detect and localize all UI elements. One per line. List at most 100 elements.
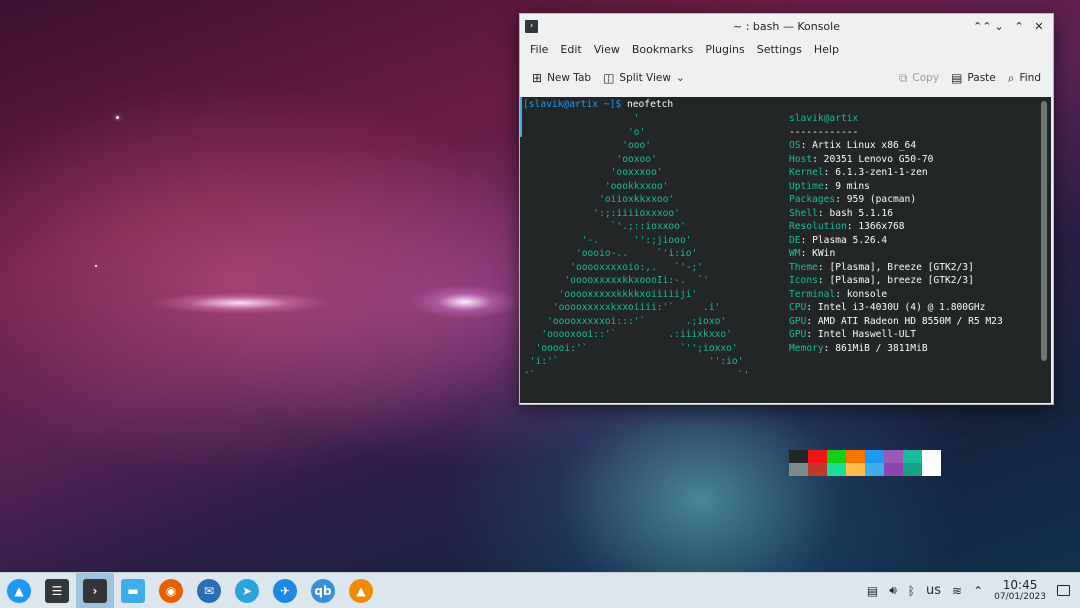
color-swatch: [865, 450, 884, 463]
taskbar-app-button[interactable]: ›: [76, 573, 114, 608]
menu-edit[interactable]: Edit: [554, 43, 587, 56]
menu-view[interactable]: View: [588, 43, 626, 56]
copy-button[interactable]: ⧉ Copy: [893, 68, 945, 89]
taskbar-app-button[interactable]: ✉: [190, 573, 228, 608]
info-line: Resolution: 1366x768: [789, 221, 905, 232]
paste-button[interactable]: ▤ Paste: [945, 68, 1002, 88]
info-line: Memory: 861MiB / 3811MiB: [789, 342, 928, 354]
taskbar-app-button[interactable]: qb: [304, 573, 342, 608]
toolbar: ⊞ New Tab ◫ Split View ⌄ ⧉ Copy ▤ Paste …: [520, 60, 1053, 96]
color-swatch: [922, 450, 941, 463]
split-view-button[interactable]: ◫ Split View ⌄: [597, 68, 691, 88]
bluetooth-icon[interactable]: ᛒ: [908, 584, 915, 598]
taskbar-app-button[interactable]: ▬: [114, 573, 152, 608]
clock-time: 10:45: [1002, 577, 1038, 592]
taskbar-app-button[interactable]: ✈: [266, 573, 304, 608]
dolphin-icon: ▬: [121, 578, 145, 603]
copy-label: Copy: [912, 72, 940, 84]
info-line: Icons: [Plasma], breeze [GTK2/3]: [789, 275, 974, 286]
color-swatch: [865, 463, 884, 476]
system-info: slavik@artix ------------ OS: Artix Linu…: [789, 112, 1003, 355]
system-settings-icon: ☰: [45, 578, 69, 603]
new-tab-label: New Tab: [547, 72, 592, 84]
color-swatch: [827, 450, 846, 463]
konsole-window[interactable]: › ~ : bash — Konsole ⌃⌃ ⌄ ⌃ ✕ File Edit …: [519, 13, 1054, 476]
terminal-view[interactable]: [slavik@artix ~]$ neofetch ' 'o' 'ooo' '…: [520, 97, 1051, 476]
network-app-icon: ✈: [273, 578, 297, 603]
info-line: DE: Plasma 5.26.4: [789, 234, 888, 246]
wallpaper-star: [116, 116, 119, 119]
copy-icon: ⧉: [898, 70, 908, 85]
find-button[interactable]: ⌕ Find: [1002, 68, 1047, 89]
menu-bookmarks[interactable]: Bookmarks: [626, 43, 699, 56]
konsole-app-icon[interactable]: ›: [525, 19, 538, 33]
show-desktop-icon[interactable]: [1057, 585, 1070, 596]
info-line: Packages: 959 (pacman): [789, 194, 917, 205]
color-swatch: [789, 450, 808, 463]
split-view-icon: ◫: [603, 71, 615, 85]
maximize-icon[interactable]: ⌃: [1013, 20, 1025, 33]
close-icon[interactable]: ✕: [1033, 20, 1045, 33]
command-text: neofetch: [621, 99, 674, 110]
wifi-icon[interactable]: ≋: [952, 584, 962, 598]
info-line: Host: 20351 Lenovo G50-70: [789, 153, 934, 165]
color-swatch: [808, 450, 827, 463]
vlc-icon: ▲: [349, 578, 373, 603]
qbittorrent-icon: qb: [311, 578, 335, 603]
application-launcher-icon: ▲: [7, 578, 31, 603]
split-view-label: Split View: [619, 72, 671, 84]
info-line: GPU: Intel Haswell-ULT: [789, 329, 917, 340]
taskbar-app-button[interactable]: ➤: [228, 573, 266, 608]
terminal-scrollbar[interactable]: [1041, 101, 1047, 361]
artix-ascii-logo: ' 'o' 'ooo' 'ooxoo' 'ooxxxoo' 'oookkxxoo…: [524, 113, 750, 381]
telegram-icon: ➤: [235, 578, 259, 603]
separator: ------------: [789, 126, 859, 138]
wallpaper-star: [95, 265, 97, 267]
taskbar: ▲ ☰ › ▬ ◉ ✉ ➤ ✈ qb ▲ ▤ 🔊︎ ᛒ us ≋ ⌃ 10:45 07/01/20…: [0, 572, 1080, 608]
menu-file[interactable]: File: [524, 43, 554, 56]
info-line: Shell: bash 5.1.16: [789, 207, 893, 219]
info-line: Theme: [Plasma], Breeze [GTK2/3]: [789, 261, 974, 273]
focus-indicator: [520, 97, 522, 137]
color-swatch: [884, 450, 903, 463]
info-line: GPU: AMD ATI Radeon HD 8550M / R5 M23: [789, 315, 1003, 327]
titlebar[interactable]: › ~ : bash — Konsole ⌃⌃ ⌄ ⌃ ✕: [520, 14, 1053, 38]
taskbar-app-button[interactable]: ◉: [152, 573, 190, 608]
color-swatch: [846, 450, 865, 463]
keep-above-icon[interactable]: ⌃⌃: [973, 20, 991, 33]
color-swatch: [903, 463, 922, 476]
new-tab-button[interactable]: ⊞ New Tab: [526, 68, 597, 88]
keyboard-layout[interactable]: us: [926, 583, 941, 598]
search-icon: ⌕: [1007, 70, 1015, 85]
konsole-icon: ›: [83, 578, 107, 603]
color-swatch: [789, 463, 808, 476]
volume-icon[interactable]: 🔊︎: [889, 583, 897, 598]
taskbar-app-button[interactable]: ▲: [342, 573, 380, 608]
taskbar-app-button[interactable]: ☰: [38, 573, 76, 608]
color-swatch: [846, 463, 865, 476]
clipboard-icon[interactable]: ▤: [867, 584, 878, 598]
wallpaper-flare: [410, 285, 520, 319]
taskbar-app-button[interactable]: ▲: [0, 573, 38, 608]
color-palette: [789, 450, 941, 476]
color-swatch: [827, 463, 846, 476]
minimize-icon[interactable]: ⌄: [993, 20, 1005, 33]
chevron-down-icon: ⌄: [675, 72, 685, 84]
info-line: Uptime: 9 mins: [789, 180, 870, 192]
info-line: CPU: Intel i3-4030U (4) @ 1.800GHz: [789, 302, 986, 313]
tray-expand-icon[interactable]: ⌃: [973, 584, 983, 598]
menu-help[interactable]: Help: [808, 43, 845, 56]
paste-icon: ▤: [951, 71, 963, 85]
wallpaper-flare: [150, 292, 330, 314]
menu-settings[interactable]: Settings: [751, 43, 808, 56]
find-label: Find: [1019, 72, 1041, 84]
info-line: OS: Artix Linux x86_64: [789, 140, 917, 151]
firefox-icon: ◉: [159, 578, 183, 603]
menu-plugins[interactable]: Plugins: [699, 43, 750, 56]
info-line: WM: KWin: [789, 248, 836, 259]
prompt-line: [slavik@artix ~]$ neofetch: [523, 99, 673, 110]
thunderbird-icon: ✉: [197, 578, 221, 603]
paste-label: Paste: [967, 72, 996, 84]
digital-clock[interactable]: 10:45 07/01/2023: [994, 579, 1046, 603]
clock-date: 07/01/2023: [994, 591, 1046, 602]
